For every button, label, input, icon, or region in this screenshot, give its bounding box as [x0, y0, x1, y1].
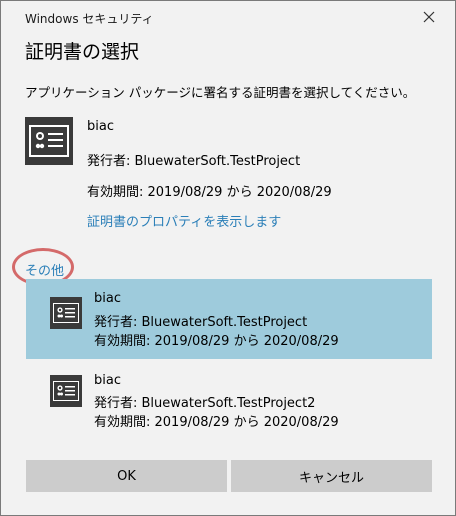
certificate-icon	[50, 375, 82, 407]
close-button[interactable]	[409, 4, 449, 30]
instruction-text: アプリケーション パッケージに署名する証明書を選択してください。	[25, 85, 416, 100]
cert-list-item[interactable]: biac 発行者: BluewaterSoft.TestProject 有効期間…	[26, 279, 432, 359]
cancel-button[interactable]: キャンセル	[231, 460, 432, 492]
certificate-icon	[25, 117, 73, 165]
cert-validity: 有効期間: 2019/08/29 から 2020/08/29	[94, 415, 339, 430]
cert-issuer: 発行者: BluewaterSoft.TestProject	[94, 315, 308, 330]
ok-button[interactable]: OK	[26, 460, 227, 492]
dialog-heading: 証明書の選択	[25, 41, 140, 63]
certificate-dialog: Windows セキュリティ 証明書の選択 アプリケーション パッケージに署名す…	[0, 0, 456, 516]
other-certificates-link[interactable]: その他	[25, 260, 64, 279]
selected-cert-name: biac	[87, 119, 114, 134]
window-title: Windows セキュリティ	[25, 12, 154, 26]
cert-name: biac	[94, 291, 121, 306]
close-icon	[423, 11, 435, 23]
certificate-icon	[50, 297, 82, 329]
title-bar[interactable]: Windows セキュリティ	[1, 1, 455, 33]
selected-cert-validity: 有効期間: 2019/08/29 から 2020/08/29	[87, 185, 332, 200]
cert-name: biac	[94, 373, 121, 388]
cert-issuer: 発行者: BluewaterSoft.TestProject2	[94, 396, 316, 411]
cert-list-item[interactable]: biac 発行者: BluewaterSoft.TestProject2 有効期…	[26, 361, 432, 441]
view-properties-link[interactable]: 証明書のプロパティを表示します	[87, 211, 281, 230]
cert-validity: 有効期間: 2019/08/29 から 2020/08/29	[94, 334, 339, 349]
selected-cert-issuer: 発行者: BluewaterSoft.TestProject	[87, 154, 301, 169]
